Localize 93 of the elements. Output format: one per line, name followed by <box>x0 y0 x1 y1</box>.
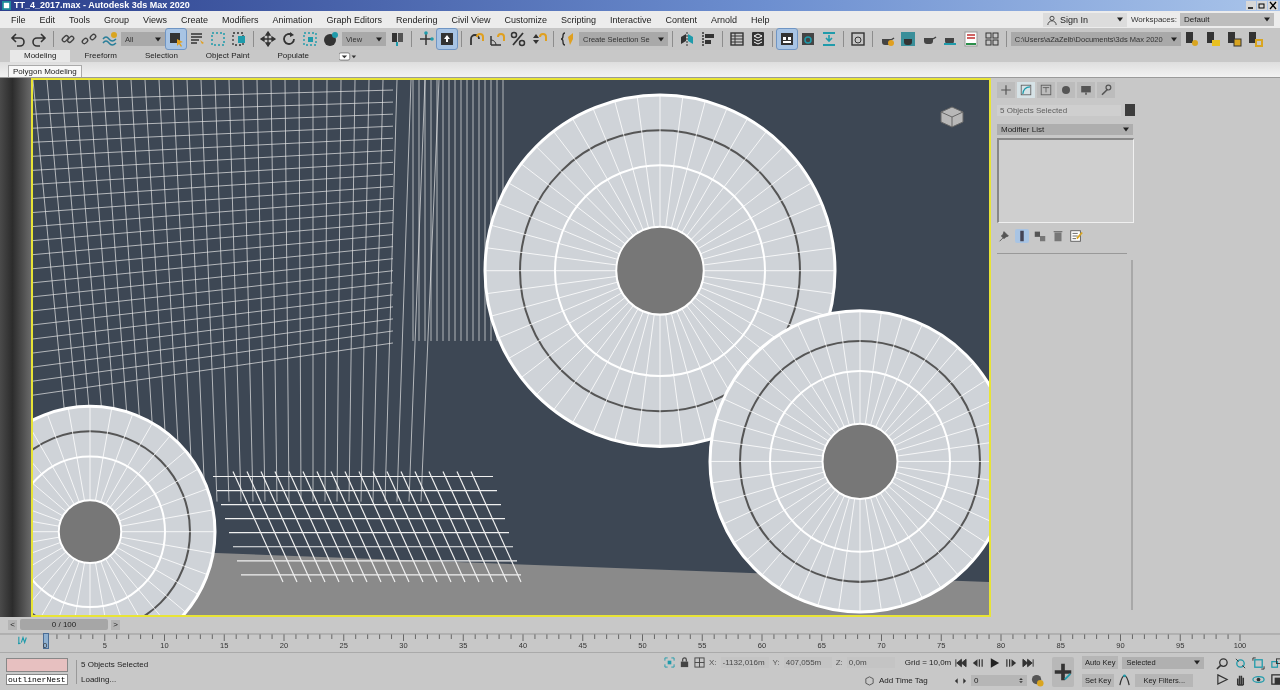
ribbon-options-icon[interactable] <box>339 51 357 61</box>
menu-item[interactable]: Customize <box>497 14 554 25</box>
menu-item[interactable]: Animation <box>265 14 320 25</box>
monitor-icon[interactable] <box>1077 82 1095 98</box>
prompt-line: Loading... <box>81 674 117 684</box>
sign-in-dropdown[interactable]: Sign In <box>1042 12 1127 27</box>
menu-item[interactable]: Help <box>744 14 777 25</box>
menu-item[interactable]: Tools <box>62 14 98 25</box>
time-slider-thumb[interactable]: 0 / 100 <box>20 619 108 630</box>
ribbon-tab[interactable]: Modeling <box>10 50 71 62</box>
play-icon[interactable] <box>988 657 1001 668</box>
orbit-icon[interactable] <box>1252 673 1266 686</box>
app-icon <box>2 1 11 10</box>
add-time-tag-button[interactable]: Add Time Tag <box>864 675 928 686</box>
go-to-start-icon[interactable] <box>954 657 967 668</box>
close-icon[interactable] <box>1268 1 1278 10</box>
maximize-viewport-icon[interactable] <box>1270 673 1280 686</box>
ribbon-panel-tab[interactable]: Polygon Modeling <box>8 65 82 77</box>
caret-icon <box>657 36 664 42</box>
key-mode-icon[interactable] <box>954 675 967 686</box>
selection-status: 5 Objects Selected <box>81 659 149 669</box>
menu-item[interactable]: Modifiers <box>214 14 266 25</box>
scroll-bar[interactable] <box>1131 260 1133 610</box>
caret-icon <box>1264 17 1270 22</box>
set-keys-button[interactable] <box>1052 656 1074 687</box>
trash-icon[interactable] <box>1051 229 1065 243</box>
script-listener-input[interactable]: outlinerNest <box>6 674 68 685</box>
workspaces-dropdown[interactable]: Default <box>1180 13 1274 26</box>
user-icon <box>1046 14 1057 25</box>
move-icon[interactable] <box>258 29 278 49</box>
workspaces-label: Workspaces: <box>1130 15 1177 24</box>
pin-icon[interactable] <box>997 229 1011 243</box>
zoom-all-icon[interactable] <box>1234 657 1248 670</box>
ribbon-tab[interactable]: Object Paint <box>191 50 264 62</box>
panel-icon[interactable] <box>776 29 797 49</box>
menu-item[interactable]: Group <box>97 14 137 25</box>
previous-frame-button[interactable]: < <box>8 619 17 630</box>
ribbon-tab[interactable]: Selection <box>130 50 192 62</box>
caret-icon <box>1194 660 1201 665</box>
tangent-icon[interactable] <box>1118 674 1132 687</box>
wave-icon[interactable] <box>100 29 120 49</box>
menu-item[interactable]: Graph Editors <box>319 14 389 25</box>
lock-icon[interactable] <box>679 657 690 668</box>
menu-item[interactable]: Edit <box>32 14 63 25</box>
caret-icon <box>1116 17 1123 22</box>
ribbon-tab[interactable]: Freeform <box>70 50 131 62</box>
current-frame-field[interactable]: 0 <box>971 675 1027 686</box>
copy-icon[interactable] <box>1033 229 1047 243</box>
percent-icon[interactable] <box>508 29 528 49</box>
grid-size-label: Grid = 10,0m <box>904 658 952 667</box>
coordinate-label: Z: <box>835 658 843 667</box>
menu-item[interactable]: Scripting <box>553 14 603 25</box>
menu-item[interactable]: Interactive <box>602 14 659 25</box>
go-to-end-icon[interactable] <box>1022 657 1035 668</box>
zoom-extents-all-icon[interactable] <box>1270 657 1280 670</box>
cursor-icon[interactable] <box>166 29 186 49</box>
ribbon-tab[interactable]: Populate <box>263 50 323 62</box>
window-title: TT_4_2017.max - Autodesk 3ds Max 2020 <box>14 0 190 11</box>
caret-icon <box>155 36 161 42</box>
minimize-icon[interactable] <box>1246 1 1256 10</box>
wrench-icon[interactable] <box>1097 82 1115 98</box>
curve-icon[interactable] <box>1017 82 1035 98</box>
caret-icon <box>1123 127 1129 132</box>
search-icon[interactable] <box>1216 657 1230 670</box>
bar-icon[interactable] <box>1015 229 1029 243</box>
timeline-frame-marker[interactable] <box>43 633 49 649</box>
edit-list-icon[interactable] <box>1069 229 1083 243</box>
view-cube-icon[interactable] <box>937 104 967 128</box>
next-frame-button[interactable]: > <box>111 619 120 630</box>
coordinate-label: Y: <box>772 658 780 667</box>
time-configuration-icon[interactable] <box>1031 674 1044 687</box>
coordinate-label: X: <box>709 658 717 667</box>
menu-item[interactable]: Create <box>173 14 215 25</box>
color-swatch[interactable] <box>1125 104 1135 116</box>
caret-icon <box>376 36 382 42</box>
next-key-icon[interactable] <box>1005 657 1018 668</box>
menu-item[interactable]: File <box>4 14 33 25</box>
menu-item[interactable]: Rendering <box>389 14 445 25</box>
caret-icon <box>1170 36 1177 42</box>
sign-in-label: Sign In <box>1059 14 1088 25</box>
menu-item[interactable]: Civil View <box>444 14 498 25</box>
menu-item[interactable]: Views <box>136 14 174 25</box>
menu-item[interactable]: Content <box>658 14 704 25</box>
cube-icon <box>864 675 875 686</box>
previous-key-icon[interactable] <box>971 657 984 668</box>
ball-icon[interactable] <box>321 29 341 49</box>
modifier-list-dropdown[interactable]: Modifier List <box>997 124 1133 135</box>
spinner-icon <box>1018 678 1024 683</box>
transform-mode-icon[interactable] <box>694 657 705 668</box>
restore-icon[interactable] <box>1257 1 1267 10</box>
field-of-view-icon[interactable] <box>1216 673 1230 686</box>
menu-item[interactable]: Arnold <box>704 14 744 25</box>
hierarchy-icon[interactable] <box>1037 82 1055 98</box>
